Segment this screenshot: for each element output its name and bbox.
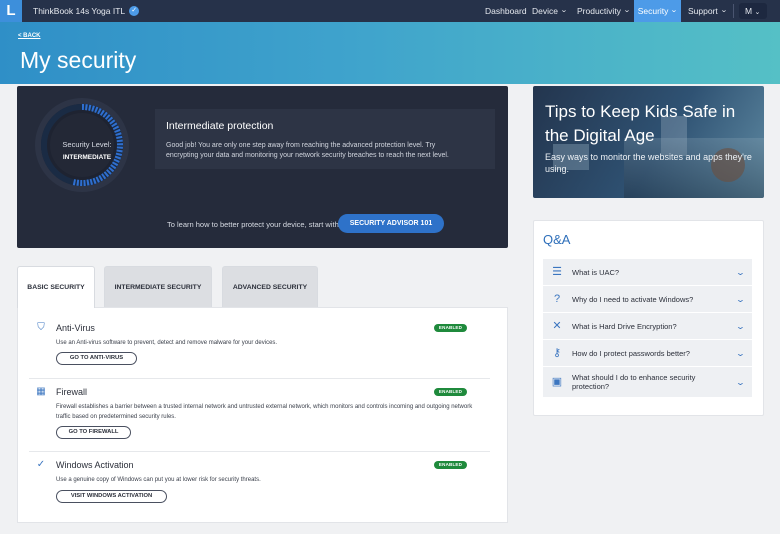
tab-intermediate-security[interactable]: INTERMEDIATE SECURITY — [104, 266, 212, 307]
firewall-icon: ▦ — [36, 386, 46, 397]
security-advisor-button[interactable]: SECURITY ADVISOR 101 — [338, 214, 444, 233]
go-to-antivirus-button[interactable]: GO TO ANTI-VIRUS — [56, 352, 137, 365]
qa-item-encryption[interactable]: ✕ What is Hard Drive Encryption? ⌄ — [543, 313, 752, 340]
avatar-initial: M — [745, 6, 753, 16]
nav-security-label: Security — [637, 6, 669, 16]
nav-device[interactable]: Device ⌄ — [527, 0, 572, 22]
go-to-firewall-button[interactable]: GO TO FIREWALL — [56, 426, 131, 439]
qa-question: What is Hard Drive Encryption? — [572, 321, 677, 331]
chevron-down-icon[interactable]: ⌄ — [736, 378, 746, 387]
tips-subtitle: Easy ways to monitor the websites and ap… — [545, 152, 752, 174]
divider — [733, 4, 734, 18]
chevron-down-icon: ⌄ — [670, 7, 679, 14]
vantage-logo[interactable]: L — [0, 0, 22, 22]
qa-list: ☰ What is UAC? ⌄ ? Why do I need to acti… — [543, 259, 752, 397]
lock-icon: ▣ — [551, 376, 563, 388]
visit-windows-activation-button[interactable]: VISIT WINDOWS ACTIVATION — [56, 490, 167, 503]
nav-device-label: Device — [532, 6, 558, 16]
qa-question: How do I protect passwords better? — [572, 348, 690, 358]
chevron-down-icon: ⌄ — [623, 7, 631, 14]
device-name: ThinkBook 14s Yoga ITL ✓ — [33, 0, 140, 22]
qa-question: Why do I need to activate Windows? — [572, 294, 694, 304]
verified-check-icon: ✓ — [129, 6, 140, 16]
chevron-down-icon[interactable]: ⌄ — [736, 268, 746, 277]
nav-dashboard-label: Dashboard — [485, 6, 527, 16]
antivirus-description: Use an Anti-virus software to prevent, d… — [56, 340, 278, 346]
antivirus-title: Anti-Virus — [56, 323, 95, 333]
firewall-description: Firewall establishes a barrier between a… — [56, 404, 473, 420]
nav-security[interactable]: Security ⌄ — [634, 0, 681, 22]
antivirus-status-badge: ENABLED — [434, 324, 467, 332]
protection-description: Good job! You are only one step away fro… — [166, 142, 449, 159]
divider — [29, 451, 490, 452]
device-name-label: ThinkBook 14s Yoga ITL — [33, 6, 126, 16]
chevron-down-icon[interactable]: ⌄ — [736, 295, 746, 304]
question-circle-icon: ? — [553, 293, 561, 305]
windows-activation-description: Use a genuine copy of Windows can put yo… — [56, 477, 261, 483]
firewall-status-badge: ENABLED — [434, 388, 467, 396]
qa-question: What is UAC? — [572, 267, 620, 277]
shield-icon: ⛉ — [37, 322, 45, 333]
qa-item-activate-windows[interactable]: ? Why do I need to activate Windows? ⌄ — [543, 286, 752, 313]
nav-support[interactable]: Support ⌄ — [683, 0, 732, 22]
chevron-down-icon[interactable]: ⌄ — [736, 349, 746, 358]
tab-basic-security[interactable]: BASIC SECURITY — [17, 266, 95, 308]
qa-item-enhance-security[interactable]: ▣ What should I do to enhance security p… — [543, 367, 752, 397]
nav-productivity[interactable]: Productivity ⌄ — [572, 0, 635, 22]
qa-item-passwords[interactable]: ⚷ How do I protect passwords better? ⌄ — [543, 340, 752, 367]
qa-item-uac[interactable]: ☰ What is UAC? ⌄ — [543, 259, 752, 286]
check-circle-icon: ✓ — [36, 459, 46, 470]
nav-dashboard[interactable]: Dashboard — [480, 0, 532, 22]
chevron-down-icon[interactable]: ⌄ — [736, 322, 746, 331]
user-avatar-menu[interactable]: M ⌄ — [739, 3, 767, 19]
chevron-down-icon: ⌄ — [719, 7, 728, 14]
security-level-value: INTERMEDIATE — [62, 154, 112, 161]
page-title: My security — [20, 47, 137, 73]
divider — [29, 378, 490, 379]
chevron-down-icon: ⌄ — [754, 9, 761, 16]
nav-support-label: Support — [688, 6, 718, 16]
chevron-down-icon: ⌄ — [560, 7, 568, 14]
qa-question: What should I do to enhance security pro… — [572, 373, 696, 391]
windows-activation-title: Windows Activation — [56, 460, 134, 470]
key-icon: ⚷ — [552, 347, 562, 359]
qa-title: Q&A — [543, 232, 571, 247]
tools-icon: ✕ — [552, 320, 562, 332]
protection-heading: Intermediate protection — [166, 120, 274, 132]
nav-productivity-label: Productivity — [577, 6, 621, 16]
firewall-title: Firewall — [56, 387, 88, 397]
top-navigation-bar: L ThinkBook 14s Yoga ITL ✓ Dashboard Dev… — [0, 0, 780, 22]
security-level-label: Security Level: — [62, 140, 112, 149]
back-link[interactable]: < BACK — [18, 33, 41, 39]
database-icon: ☰ — [552, 266, 562, 278]
tab-advanced-security[interactable]: ADVANCED SECURITY — [222, 266, 318, 307]
advisor-prompt: To learn how to better protect your devi… — [167, 220, 339, 229]
windows-activation-status-badge: ENABLED — [434, 461, 467, 469]
tips-title[interactable]: Tips to Keep Kids Safe in the Digital Ag… — [545, 100, 745, 148]
